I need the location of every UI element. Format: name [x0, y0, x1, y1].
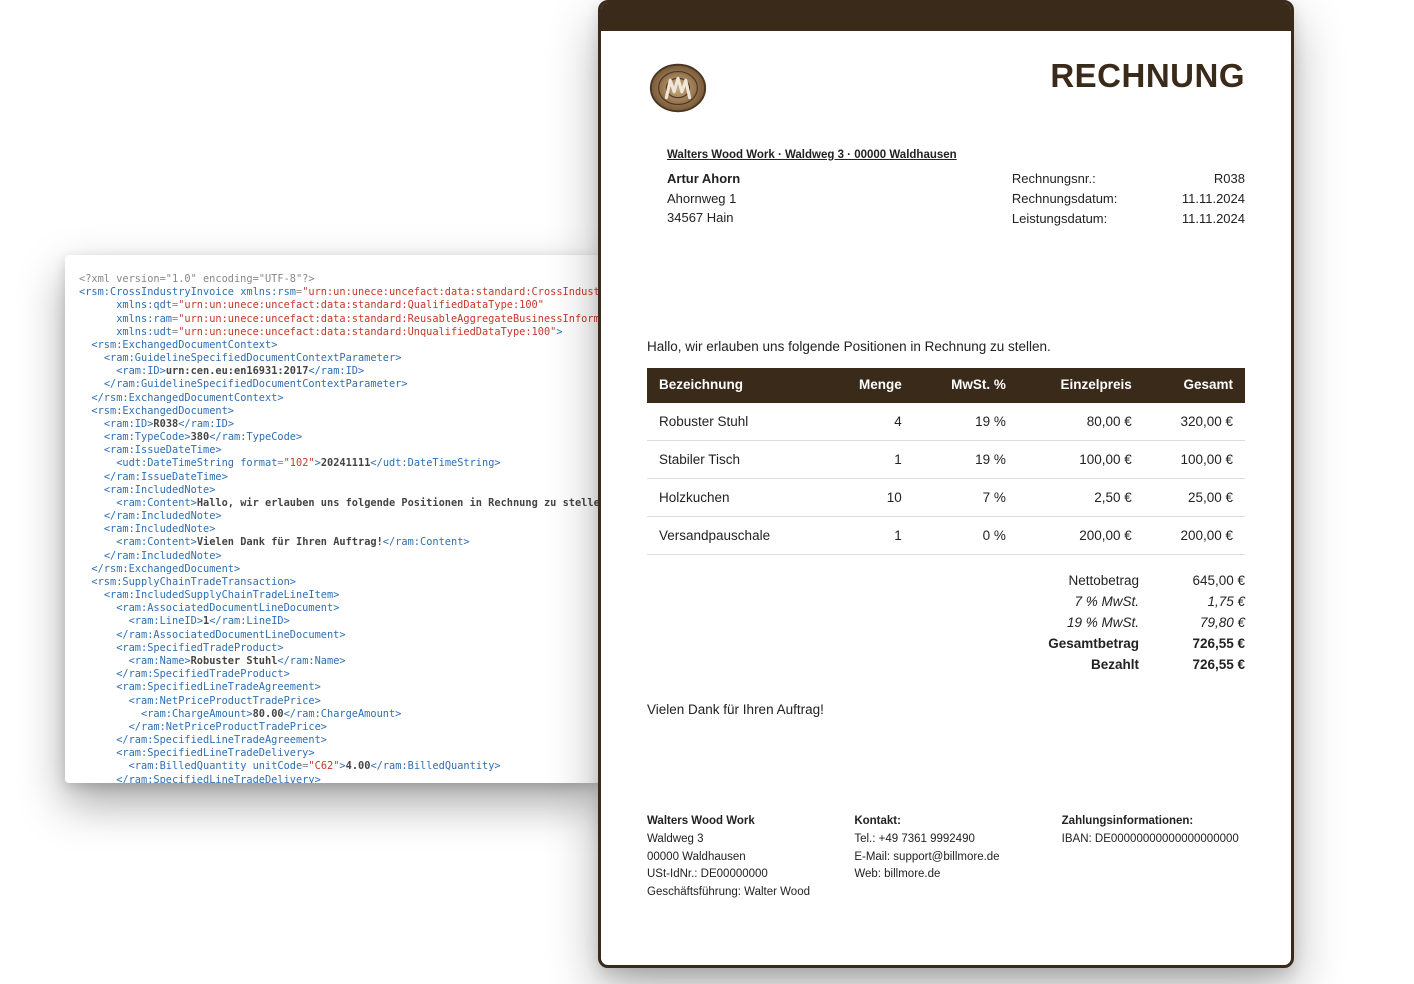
cell-vat: 7 %: [914, 479, 1018, 517]
sender-address-line: Walters Wood Work · Waldweg 3 · 00000 Wa…: [667, 149, 1245, 161]
intro-note: Hallo, wir erlauben uns folgende Positio…: [647, 339, 1245, 354]
document-top-bar: [601, 3, 1291, 31]
meta-val: R038: [1214, 169, 1245, 189]
total-value: 1,75 €: [1169, 592, 1245, 613]
cell-desc: Stabiler Tisch: [647, 441, 826, 479]
cell-total: 25,00 €: [1144, 479, 1245, 517]
footer-heading: Kontakt:: [854, 813, 1037, 831]
footer-line: 00000 Waldhausen: [647, 849, 830, 867]
cell-desc: Robuster Stuhl: [647, 402, 826, 441]
footer-company: Walters Wood WorkWaldweg 300000 Waldhaus…: [647, 813, 830, 902]
cell-vat: 19 %: [914, 441, 1018, 479]
table-row: Versandpauschale10 %200,00 €200,00 €: [647, 517, 1245, 555]
footer-line: Waldweg 3: [647, 831, 830, 849]
table-row: Robuster Stuhl419 %80,00 €320,00 €: [647, 402, 1245, 441]
invoice-footer: Walters Wood WorkWaldweg 300000 Waldhaus…: [647, 813, 1245, 902]
footer-line: E-Mail: support@billmore.de: [854, 849, 1037, 867]
footer-heading: Walters Wood Work: [647, 813, 830, 831]
footer-line: Geschäftsführung: Walter Wood: [647, 884, 830, 902]
cell-unit: 80,00 €: [1018, 402, 1144, 441]
table-row: Holzkuchen107 %2,50 €25,00 €: [647, 479, 1245, 517]
cell-vat: 0 %: [914, 517, 1018, 555]
meta-val: 11.11.2024: [1182, 209, 1245, 229]
total-label: Bezahlt: [1029, 655, 1139, 676]
footer-line: Web: billmore.de: [854, 866, 1037, 884]
recipient-city: 34567 Hain: [667, 208, 740, 228]
cell-total: 320,00 €: [1144, 402, 1245, 441]
line-items-table: Bezeichnung Menge MwSt. % Einzelpreis Ge…: [647, 368, 1245, 555]
invoice-document: RECHNUNG Walters Wood Work · Waldweg 3 ·…: [598, 0, 1294, 968]
xml-code-panel: <?xml version="1.0" encoding="UTF-8"?> <…: [65, 255, 600, 783]
cell-total: 100,00 €: [1144, 441, 1245, 479]
cell-desc: Versandpauschale: [647, 517, 826, 555]
total-value: 726,55 €: [1169, 655, 1245, 676]
total-value: 79,80 €: [1169, 613, 1245, 634]
col-total: Gesamt: [1144, 368, 1245, 402]
footer-line: Tel.: +49 7361 9992490: [854, 831, 1037, 849]
thanks-note: Vielen Dank für Ihren Auftrag!: [647, 702, 1245, 717]
footer-heading: Zahlungsinformationen:: [1062, 813, 1245, 831]
total-label: 19 % MwSt.: [1029, 613, 1139, 634]
col-unit: Einzelpreis: [1018, 368, 1144, 402]
meta-key: Rechnungsnr.:: [1012, 169, 1138, 189]
cell-qty: 1: [826, 441, 914, 479]
meta-val: 11.11.2024: [1182, 189, 1245, 209]
cell-unit: 100,00 €: [1018, 441, 1144, 479]
footer-line: USt-IdNr.: DE00000000: [647, 866, 830, 884]
recipient-street: Ahornweg 1: [667, 189, 740, 209]
cell-qty: 1: [826, 517, 914, 555]
cell-qty: 10: [826, 479, 914, 517]
total-value: 645,00 €: [1169, 571, 1245, 592]
total-label: Nettobetrag: [1029, 571, 1139, 592]
meta-key: Rechnungsdatum:: [1012, 189, 1138, 209]
total-value: 726,55 €: [1169, 634, 1245, 655]
footer-line: IBAN: DE00000000000000000000: [1062, 831, 1245, 849]
cell-desc: Holzkuchen: [647, 479, 826, 517]
cell-unit: 200,00 €: [1018, 517, 1144, 555]
footer-contact: Kontakt:Tel.: +49 7361 9992490E-Mail: su…: [854, 813, 1037, 902]
totals-block: Nettobetrag 645,00 € 7 % MwSt. 1,75 € 19 % M…: [647, 571, 1245, 676]
col-vat: MwSt. %: [914, 368, 1018, 402]
document-title: RECHNUNG: [1050, 57, 1245, 95]
table-row: Stabiler Tisch119 %100,00 €100,00 €: [647, 441, 1245, 479]
total-label: 7 % MwSt.: [1029, 592, 1139, 613]
col-qty: Menge: [826, 368, 914, 402]
xml-source: <?xml version="1.0" encoding="UTF-8"?> <…: [65, 255, 600, 783]
cell-total: 200,00 €: [1144, 517, 1245, 555]
cell-vat: 19 %: [914, 402, 1018, 441]
company-logo: [647, 57, 709, 119]
cell-qty: 4: [826, 402, 914, 441]
footer-payment: Zahlungsinformationen:IBAN: DE0000000000…: [1062, 813, 1245, 902]
recipient-name: Artur Ahorn: [667, 169, 740, 189]
col-desc: Bezeichnung: [647, 368, 826, 402]
cell-unit: 2,50 €: [1018, 479, 1144, 517]
total-label: Gesamtbetrag: [1029, 634, 1139, 655]
meta-key: Leistungsdatum:: [1012, 209, 1138, 229]
invoice-meta: Rechnungsnr.: R038 Rechnungsdatum: 11.11.20…: [1012, 169, 1245, 229]
recipient-block: Artur Ahorn Ahornweg 1 34567 Hain: [667, 169, 740, 229]
